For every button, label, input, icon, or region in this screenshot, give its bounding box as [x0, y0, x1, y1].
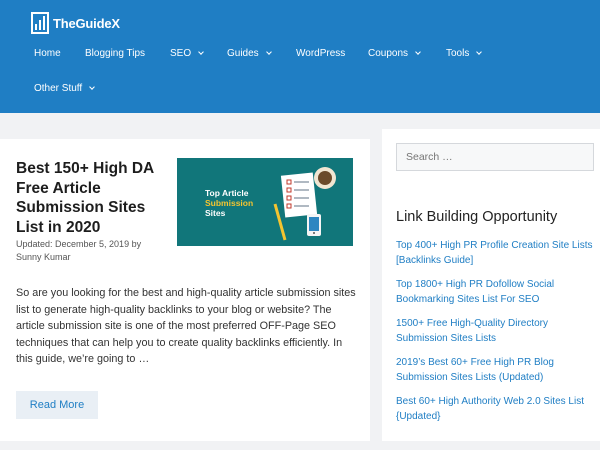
- nav-home[interactable]: Home: [34, 48, 61, 59]
- sidebar: Link Building Opportunity Top 400+ High …: [382, 129, 600, 441]
- nav-label: Blogging Tips: [85, 48, 146, 59]
- sidebar-link[interactable]: 2019’s Best 60+ Free High PR Blog Submis…: [396, 356, 596, 385]
- search-input[interactable]: [396, 143, 594, 171]
- nav-label: Other Stuff: [34, 83, 83, 94]
- nav-label: Home: [34, 48, 61, 59]
- nav-seo[interactable]: SEO: [170, 48, 204, 59]
- chevron-down-icon: [198, 49, 204, 55]
- nav-tools[interactable]: Tools: [446, 48, 483, 59]
- sidebar-link[interactable]: Top 1800+ High PR Dofollow Social Bookma…: [396, 278, 596, 307]
- nav-label: SEO: [170, 48, 192, 59]
- chevron-down-icon: [476, 49, 483, 55]
- sidebar-link[interactable]: Best 60+ High Authority Web 2.0 Sites Li…: [396, 395, 596, 424]
- post-meta: Updated: December 5, 2019 by Sunny Kumar: [16, 239, 142, 262]
- post-card: Best 150+ High DA Free Article Submissio…: [0, 139, 370, 441]
- nav-blogging-tips[interactable]: Blogging Tips: [85, 48, 145, 59]
- nav-guides[interactable]: Guides: [227, 48, 272, 59]
- thumbnail-text-line: Top Article: [205, 188, 249, 198]
- nav-label: Guides: [227, 48, 259, 59]
- post-thumbnail[interactable]: Top Article Submission Sites: [177, 158, 353, 246]
- checklist-illustration-icon: [273, 167, 336, 241]
- nav-other-stuff[interactable]: Other Stuff: [34, 83, 96, 94]
- sidebar-link[interactable]: 1500+ Free High-Quality Directory Submis…: [396, 317, 596, 346]
- thumbnail-text-line: Submission: [205, 198, 254, 208]
- post-excerpt: So are you looking for the best and high…: [16, 287, 356, 366]
- site-header: TheGuideX Home Blogging Tips SEO Guides …: [0, 0, 600, 113]
- read-more-button[interactable]: Read More: [16, 391, 98, 419]
- widget-title: Link Building Opportunity: [396, 209, 558, 225]
- nav-label: Tools: [446, 48, 470, 59]
- link-list: Top 400+ High PR Profile Creation Site L…: [396, 239, 596, 434]
- nav-wordpress[interactable]: WordPress: [296, 48, 345, 59]
- sidebar-link[interactable]: Top 400+ High PR Profile Creation Site L…: [396, 239, 596, 268]
- site-logo[interactable]: TheGuideX: [31, 12, 120, 34]
- chevron-down-icon: [265, 49, 272, 55]
- post-title[interactable]: Best 150+ High DA Free Article Submissio…: [16, 159, 166, 237]
- chevron-down-icon: [89, 84, 96, 90]
- nav-label: Coupons: [368, 48, 409, 59]
- thumbnail-text-line: Sites: [205, 208, 226, 218]
- logo-text: TheGuideX: [53, 15, 120, 31]
- nav-label: WordPress: [296, 48, 346, 59]
- bar-chart-logo-icon: [31, 12, 49, 34]
- chevron-down-icon: [415, 49, 421, 55]
- nav-coupons[interactable]: Coupons: [368, 48, 421, 59]
